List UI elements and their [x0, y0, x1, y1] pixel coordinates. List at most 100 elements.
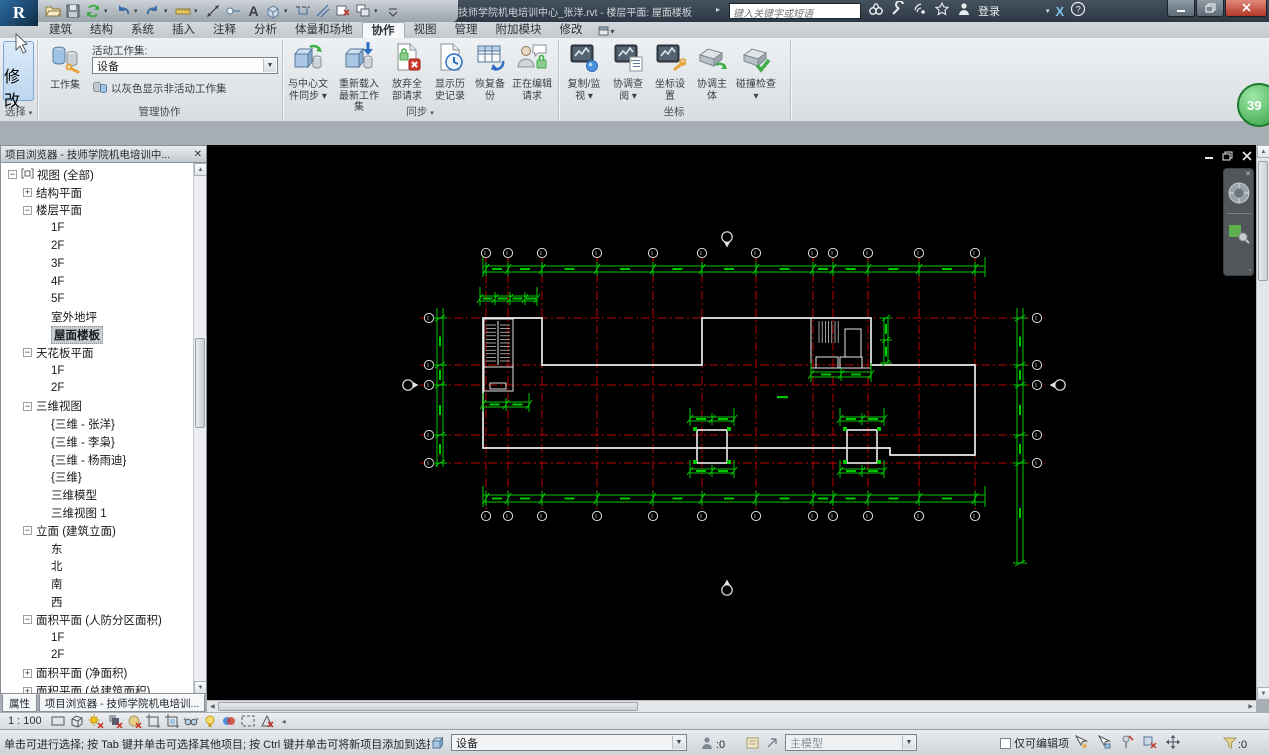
worksets-button[interactable]: 工作集 — [42, 41, 88, 92]
tree-item-三维-张洋[interactable]: {三维 - 张洋} — [4, 415, 206, 433]
crop-view-icon[interactable] — [145, 713, 162, 729]
ribbon-state-toggle[interactable]: ▾ — [598, 24, 615, 38]
editable-only-checkbox[interactable]: 仅可编辑项 — [1000, 735, 1069, 751]
status-workset-dropdown[interactable]: 设备 ▼ — [451, 734, 687, 751]
collapse-icon[interactable]: − — [23, 526, 32, 536]
temporary-properties-icon[interactable] — [240, 713, 257, 729]
tree-item-室外地坪[interactable]: 室外地坪 — [4, 308, 206, 326]
button-坐标设置[interactable]: 坐标设置 — [650, 40, 690, 102]
help-icon[interactable]: ? — [1070, 1, 1086, 22]
render-dialog-icon[interactable] — [126, 713, 143, 729]
dropdown-caret-icon[interactable]: ▾ — [374, 7, 381, 15]
drawing-area[interactable]: ✕ ◦ — [207, 145, 1256, 700]
tree-item-屋面楼板[interactable]: 屋面楼板 — [4, 326, 206, 345]
save-icon[interactable] — [64, 3, 81, 20]
dropdown-caret-icon[interactable]: ▾ — [194, 7, 201, 15]
status-workset-icon[interactable] — [431, 734, 447, 753]
browser-close-icon[interactable]: ✕ — [194, 149, 202, 160]
button-碰撞检查[interactable]: 碰撞检查 ▾ — [734, 40, 778, 102]
sync-panel-footer[interactable]: 同步 ▾ — [282, 104, 558, 120]
editing-requests-indicator[interactable]: :0 — [700, 735, 725, 754]
canvas-scroll-down-icon[interactable]: ▼ — [1257, 687, 1269, 700]
person-icon-lt[interactable] — [956, 1, 972, 22]
tab-管理[interactable]: 管理 — [446, 22, 487, 38]
tree-item-三维-李枭[interactable]: {三维 - 李枭} — [4, 433, 206, 451]
scroll-down-icon[interactable]: ▼ — [194, 681, 206, 693]
canvas-vscroll-thumb[interactable] — [1258, 161, 1268, 281]
visual-style-icon[interactable] — [69, 713, 86, 729]
close-button[interactable] — [1225, 0, 1267, 17]
dropdown-caret-icon[interactable]: ▾ — [284, 7, 291, 15]
tree-item-东[interactable]: 东 — [4, 540, 206, 558]
dropdown-arrow-icon[interactable]: ▼ — [672, 736, 685, 749]
canvas-scroll-left-icon[interactable]: ◀ — [207, 703, 218, 710]
sun-path-icon[interactable] — [88, 713, 105, 729]
show-crop-icon[interactable] — [164, 713, 181, 729]
collapse-icon[interactable]: − — [8, 170, 17, 180]
tree-item-1F[interactable]: 1F — [4, 629, 206, 647]
canvas-scroll-right-icon[interactable]: ▶ — [1245, 703, 1256, 710]
viewbar-collapse-icon[interactable]: ◂ — [282, 717, 286, 726]
tab-体量和场地[interactable]: 体量和场地 — [286, 22, 362, 38]
restore-button[interactable] — [1196, 0, 1224, 17]
active-workset-dropdown[interactable]: 设备 ▼ — [92, 57, 278, 74]
collapse-icon[interactable]: − — [23, 205, 32, 215]
tab-建筑[interactable]: 建筑 — [40, 22, 81, 38]
detail-level-icon[interactable] — [50, 713, 67, 729]
checkbox-icon[interactable] — [1000, 737, 1011, 749]
tree-item-3F[interactable]: 3F — [4, 255, 206, 273]
tab-协作[interactable]: 协作 — [361, 22, 405, 38]
sign-in-button[interactable]: 登录 — [978, 3, 1000, 19]
tab-附加模块[interactable]: 附加模块 — [487, 22, 551, 38]
browser-scrollbar[interactable]: ▲ ▼ — [193, 163, 206, 693]
tab-插入[interactable]: 插入 — [163, 22, 204, 38]
tree-item-三维模型[interactable]: 三维模型 — [4, 486, 206, 504]
view-close-icon[interactable] — [1239, 149, 1254, 162]
select-underlay-icon[interactable] — [1095, 734, 1112, 750]
tree-item-面积平面总建筑面积[interactable]: + 面积平面 (总建筑面积) — [4, 682, 206, 693]
view-scale[interactable]: 1 : 100 — [0, 715, 50, 727]
qat-customize-icon[interactable] — [384, 3, 401, 20]
canvas-hscroll-thumb[interactable] — [217, 702, 638, 711]
select-pinned-icon[interactable] — [1118, 734, 1135, 750]
canvas-scroll-up-icon[interactable]: ▲ — [1257, 145, 1269, 158]
view-minimize-icon[interactable] — [1201, 149, 1216, 162]
zoom-tool-icon[interactable] — [1227, 221, 1251, 250]
application-menu-button[interactable]: R — [0, 0, 38, 26]
tree-item-楼层平面[interactable]: − 楼层平面 — [4, 202, 206, 220]
button-重新载入最新工作集[interactable]: 重新载入最新工作集 — [333, 40, 385, 114]
button-协调查阅[interactable]: 协调查阅 ▾ — [608, 40, 648, 102]
tree-item-5F[interactable]: 5F — [4, 291, 206, 309]
selection-filter[interactable]: :0 — [1222, 735, 1247, 754]
modify-button[interactable]: 修改 — [3, 32, 34, 110]
default-3d-icon[interactable] — [264, 3, 281, 20]
text-icon[interactable]: A — [244, 3, 261, 20]
canvas-horizontal-scrollbar[interactable]: ◀ ▶ — [207, 700, 1256, 712]
dropdown-arrow-icon[interactable]: ▼ — [263, 59, 276, 72]
collapse-icon[interactable]: − — [23, 401, 32, 411]
gray-inactive-worksets-toggle[interactable]: 以灰色显示非活动工作集 — [92, 79, 227, 98]
worksharing-display-icon[interactable] — [221, 713, 238, 729]
dropdown-caret-icon[interactable]: ▾ — [1046, 7, 1050, 15]
button-显示历史记录[interactable]: 显示历史记录 — [429, 40, 471, 114]
collapse-icon[interactable]: − — [23, 348, 32, 358]
design-option-dropdown[interactable]: 主模型 ▼ — [785, 734, 917, 751]
button-放弃全部请求[interactable]: 放弃全部请求 — [386, 40, 428, 114]
worksharing-display-icon[interactable] — [745, 735, 761, 754]
tab-修改[interactable]: 修改 — [551, 22, 592, 38]
measure-icon[interactable] — [174, 3, 191, 20]
button-与中心文件同步[interactable]: 与中心文件同步 ▾ — [284, 40, 332, 114]
tree-item-结构平面[interactable]: + 结构平面 — [4, 184, 206, 202]
canvas-vertical-scrollbar[interactable]: ▲ ▼ — [1256, 145, 1269, 700]
tree-item-面积平面人防分区面积[interactable]: − 面积平面 (人防分区面积) — [4, 611, 206, 629]
tree-item-2F[interactable]: 2F — [4, 380, 206, 398]
thin-lines-icon[interactable] — [314, 3, 331, 20]
button-协调主体[interactable]: 协调主体 — [692, 40, 732, 102]
tree-item-立面建筑立面[interactable]: − 立面 (建筑立面) — [4, 522, 206, 540]
binoculars-icon[interactable] — [868, 1, 884, 22]
coord-panel-footer[interactable]: 坐标 — [558, 104, 790, 120]
shadows-icon[interactable] — [107, 713, 124, 729]
tree-item-视图全部[interactable]: − 视图 (全部) — [4, 166, 206, 184]
project-browser-tab[interactable]: 项目浏览器 - 技师学院机电培训... — [39, 694, 205, 712]
minimize-button[interactable] — [1167, 0, 1195, 17]
